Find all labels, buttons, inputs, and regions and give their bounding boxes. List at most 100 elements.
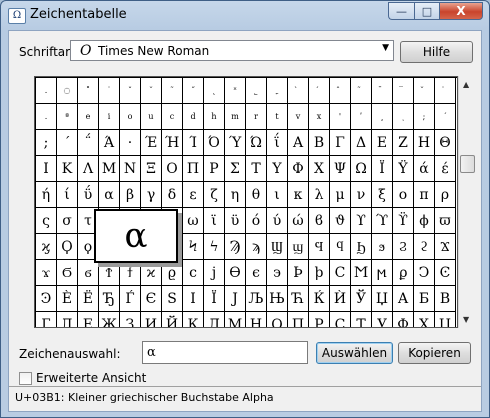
character-cell[interactable]: ϧ bbox=[372, 234, 393, 260]
font-dropdown[interactable]: O Times New Roman ▼ bbox=[70, 40, 394, 61]
character-cell[interactable]: σ bbox=[57, 208, 78, 234]
character-cell[interactable]: Л bbox=[204, 312, 225, 327]
character-cell[interactable]: Ϟ bbox=[183, 234, 204, 260]
character-cell[interactable]: Ϯ bbox=[99, 260, 120, 286]
character-cell[interactable]: Ѐ bbox=[57, 286, 78, 312]
character-cell[interactable]: Ϥ bbox=[309, 234, 330, 260]
character-cell[interactable]: Ξ bbox=[141, 156, 162, 182]
character-cell[interactable]: Ќ bbox=[309, 286, 330, 312]
character-cell[interactable]: Ѝ bbox=[330, 286, 351, 312]
character-cell[interactable]: Σ bbox=[225, 156, 246, 182]
character-cell[interactable]: Й bbox=[162, 312, 183, 327]
character-cell[interactable]: ̇ bbox=[435, 78, 456, 104]
character-cell[interactable]: ο bbox=[393, 182, 414, 208]
character-cell[interactable]: В bbox=[435, 286, 456, 312]
character-cell[interactable]: Х bbox=[414, 312, 435, 327]
character-cell[interactable]: П bbox=[288, 312, 309, 327]
character-cell[interactable]: ϻ bbox=[372, 260, 393, 286]
character-cell[interactable]: i bbox=[99, 104, 120, 130]
character-cell[interactable]: ˿ bbox=[267, 78, 288, 104]
character-cell[interactable]: Ϧ bbox=[351, 234, 372, 260]
character-cell[interactable]: o bbox=[120, 104, 141, 130]
character-cell[interactable]: ̀ bbox=[288, 78, 309, 104]
character-cell[interactable]: Ή bbox=[162, 130, 183, 156]
character-cell[interactable]: Ϋ bbox=[393, 156, 414, 182]
character-cell[interactable]: ϴ bbox=[225, 260, 246, 286]
character-cell[interactable]: Κ bbox=[57, 156, 78, 182]
character-cell[interactable]: α bbox=[99, 182, 120, 208]
character-cell[interactable]: ̂ bbox=[330, 78, 351, 104]
character-cell[interactable]: Θ bbox=[435, 130, 456, 156]
character-cell[interactable]: Ϸ bbox=[288, 260, 309, 286]
character-cell[interactable]: t bbox=[267, 104, 288, 130]
character-cell[interactable]: Έ bbox=[141, 130, 162, 156]
character-cell[interactable]: Љ bbox=[246, 286, 267, 312]
scroll-up-icon[interactable]: ▲ bbox=[463, 80, 469, 89]
character-cell[interactable]: ˟ bbox=[225, 78, 246, 104]
character-cell[interactable]: ΄ bbox=[435, 104, 456, 130]
character-cell[interactable]: Ѓ bbox=[120, 286, 141, 312]
character-cell[interactable]: r bbox=[246, 104, 267, 130]
character-cell[interactable]: М bbox=[225, 312, 246, 327]
character-cell[interactable]: m bbox=[225, 104, 246, 130]
character-cell[interactable]: ˾ bbox=[246, 78, 267, 104]
character-cell[interactable]: ϗ bbox=[36, 234, 57, 260]
copy-button[interactable]: Kopieren bbox=[398, 342, 471, 364]
character-cell[interactable]: Φ bbox=[288, 156, 309, 182]
character-cell[interactable]: У bbox=[372, 312, 393, 327]
character-cell[interactable]: κ bbox=[288, 182, 309, 208]
character-cell[interactable]: ; bbox=[414, 104, 435, 130]
character-cell[interactable]: ª bbox=[57, 104, 78, 130]
character-cell[interactable]: ί bbox=[57, 182, 78, 208]
character-cell[interactable]: Е bbox=[78, 312, 99, 327]
character-cell[interactable]: ΰ bbox=[78, 182, 99, 208]
character-cell[interactable]: d bbox=[183, 104, 204, 130]
character-cell[interactable]: έ bbox=[435, 156, 456, 182]
character-cell[interactable]: ή bbox=[36, 182, 57, 208]
character-cell[interactable]: c bbox=[162, 104, 183, 130]
character-cell[interactable]: v bbox=[288, 104, 309, 130]
character-cell[interactable]: ϯ bbox=[120, 260, 141, 286]
character-cell[interactable]: ˘ bbox=[141, 78, 162, 104]
character-cell[interactable]: Ϭ bbox=[57, 260, 78, 286]
character-cell[interactable]: Ϲ bbox=[330, 260, 351, 286]
scroll-down-icon[interactable]: ▼ bbox=[463, 315, 469, 324]
character-cell[interactable]: Ώ bbox=[246, 130, 267, 156]
character-cell[interactable]: Ό bbox=[204, 130, 225, 156]
character-cell[interactable]: ϱ bbox=[162, 260, 183, 286]
character-cell[interactable]: Β bbox=[309, 130, 330, 156]
character-cell[interactable]: Ϻ bbox=[351, 260, 372, 286]
character-cell[interactable]: Τ bbox=[246, 156, 267, 182]
character-cell[interactable]: Ϩ bbox=[393, 234, 414, 260]
character-cell[interactable]: Ж bbox=[99, 312, 120, 327]
character-cell[interactable]: Α bbox=[288, 130, 309, 156]
character-cell[interactable]: ϑ bbox=[330, 208, 351, 234]
character-cell[interactable]: Ͻ bbox=[414, 260, 435, 286]
character-cell[interactable]: . bbox=[36, 78, 57, 104]
character-cell[interactable]: ́ bbox=[309, 78, 330, 104]
character-cell[interactable]: Ї bbox=[204, 286, 225, 312]
character-cell[interactable]: ϥ bbox=[330, 234, 351, 260]
character-cell[interactable]: ˛ bbox=[204, 78, 225, 104]
select-button[interactable]: Auswählen bbox=[316, 342, 393, 364]
grid-scrollbar[interactable]: ▲ ▼ bbox=[458, 76, 475, 328]
character-cell[interactable]: ̆ bbox=[414, 78, 435, 104]
character-cell[interactable]: . bbox=[36, 104, 57, 130]
character-cell[interactable]: Γ bbox=[330, 130, 351, 156]
chevron-down-icon[interactable]: ▼ bbox=[382, 43, 389, 53]
character-cell[interactable]: ˚ bbox=[78, 78, 99, 104]
character-cell[interactable]: Η bbox=[414, 130, 435, 156]
character-cell[interactable]: ό bbox=[246, 208, 267, 234]
character-cell[interactable]: ϶ bbox=[267, 260, 288, 286]
advanced-view-option[interactable]: Erweiterte Ansicht bbox=[19, 371, 146, 385]
character-cell[interactable]: γ bbox=[141, 182, 162, 208]
character-cell[interactable]: Ё bbox=[78, 286, 99, 312]
character-cell[interactable]: ϡ bbox=[246, 234, 267, 260]
character-cell[interactable]: ϕ bbox=[414, 208, 435, 234]
character-cell[interactable]: Ϫ bbox=[435, 234, 456, 260]
character-cell[interactable]: ◌ bbox=[57, 78, 78, 104]
character-cell[interactable]: Ψ bbox=[330, 156, 351, 182]
character-cell[interactable]: Ω bbox=[351, 156, 372, 182]
character-cell[interactable]: δ bbox=[162, 182, 183, 208]
character-cell[interactable]: ξ bbox=[372, 182, 393, 208]
